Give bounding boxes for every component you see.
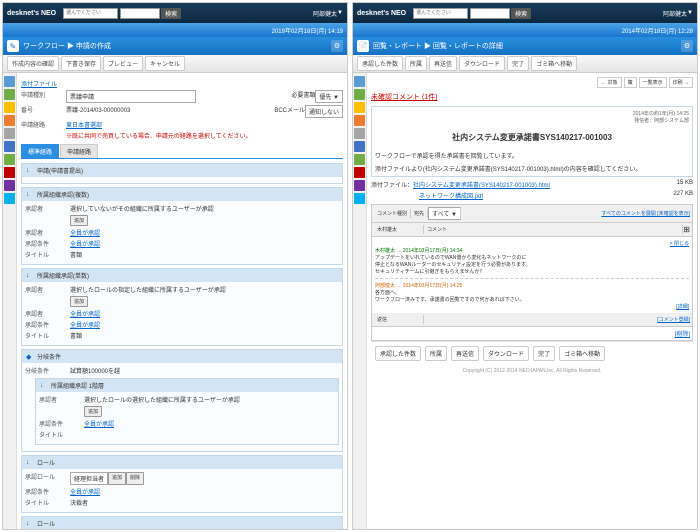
down-icon: ↓ [26, 520, 34, 528]
side-icon[interactable] [4, 128, 15, 139]
datetime: 2019年02月18日(月) 14:19 [272, 26, 343, 35]
section-branch: ◆分岐条件 分岐条件試算額100000を越 ↓所属組織承認 1階層 承認者選択し… [21, 349, 343, 452]
attach-link2[interactable]: ネットワーク構成図.pdf [419, 191, 483, 200]
doc-title: 社内システム変更承諾書SYS140217-001003 [375, 132, 689, 143]
tabs: 標準経路 申請経路 [21, 144, 343, 159]
brand: desknet's NEO [7, 10, 56, 17]
down-icon: ↓ [26, 459, 34, 467]
bcc-select[interactable]: 通知しない [305, 105, 343, 118]
side-icon[interactable] [4, 115, 15, 126]
side-icon[interactable] [4, 193, 15, 204]
topbar: desknet's NEO 検索 阿部健太 ▼ [3, 3, 347, 23]
toolbar: 作成内容の確認 下書き保存 プレビュー キャンセル [3, 55, 347, 73]
comment-box: コメント種別 宛先 すべて ▼ すべてのコメントを展開 [未確認を表示] 木村雄… [371, 204, 693, 341]
report-icon: 📄 [357, 40, 369, 52]
side-icon[interactable] [354, 154, 365, 165]
add-btn[interactable]: 追加 [70, 215, 88, 226]
search-input[interactable] [120, 8, 160, 19]
side-icon[interactable] [4, 180, 15, 191]
gear-icon-r[interactable]: ⚙ [681, 40, 693, 52]
side-icon[interactable] [354, 89, 365, 100]
topbar-r: desknet's NEO 検索 阿部健太 ▼ [353, 3, 697, 23]
sidebar [3, 73, 17, 529]
down-icon: ↓ [26, 272, 34, 280]
section-2: ↓所属組織承認(複数) 承認者選択していないがその組織に所属するユーザーが承認 … [21, 187, 343, 265]
side-icon[interactable] [354, 115, 365, 126]
search-input-r[interactable] [470, 8, 510, 19]
tab-std[interactable]: 標準経路 [21, 144, 59, 158]
side-icon[interactable] [4, 89, 15, 100]
side-icon[interactable] [354, 180, 365, 191]
down-icon: ↓ [26, 167, 34, 175]
user-label[interactable]: 阿部健太 [313, 9, 337, 18]
side-icon[interactable] [4, 102, 15, 113]
type-input[interactable]: 票議申請 [66, 90, 196, 103]
side-icon[interactable] [354, 193, 365, 204]
side-icon[interactable] [4, 141, 15, 152]
titlebar: ✎ ワークフロー ▶ 申請の作成 ⚙ [3, 37, 347, 55]
tb-draft[interactable]: 下書き保存 [61, 56, 101, 71]
workflow-icon: ✎ [7, 40, 19, 52]
unread-count[interactable]: 未確認コメント (1件) [371, 92, 693, 102]
side-icon[interactable] [354, 76, 365, 87]
search-select-r[interactable] [413, 8, 468, 19]
side-icon[interactable] [4, 167, 15, 178]
cmt-filter[interactable]: すべて ▼ [428, 207, 461, 220]
search-button[interactable]: 検索 [161, 8, 181, 19]
add-btn[interactable]: 追加 [84, 406, 102, 417]
tb-preview[interactable]: プレビュー [103, 56, 143, 71]
side-icon[interactable] [354, 128, 365, 139]
tb-confirm[interactable]: 作成内容の確認 [7, 56, 59, 71]
section-1: ↓申請(申請書提出) [21, 163, 343, 184]
close-btn[interactable]: × 閉じる [670, 241, 689, 247]
gear-icon[interactable]: ⚙ [331, 40, 343, 52]
left-pane: desknet's NEO 検索 阿部健太 ▼ 2019年02月18日(月) 1… [2, 2, 348, 530]
right-pane: desknet's NEO 検索 阿部健太 ▼ 2014年02月18日(月) 1… [352, 2, 698, 530]
bluebar: 2019年02月18日(月) 14:19 [3, 23, 347, 37]
section-role1: ↓ロール 承認ロール経理担当者 追加 削除 承認条件全員が承認 タイトル決裁者 [21, 455, 343, 513]
search-select[interactable] [63, 8, 118, 19]
content-r[interactable]: ← 対象 策 一覧表示 印刷 → 未確認コメント (1件) 2014年の約1年(… [367, 73, 697, 529]
side-icon[interactable] [354, 167, 365, 178]
side-icon[interactable] [4, 76, 15, 87]
dest-link[interactable]: 東日本書選部 [66, 120, 102, 129]
search-button-r[interactable]: 検索 [511, 8, 531, 19]
attach-link[interactable]: 社内システム変更承諾書(SYS140217-001003).html [413, 180, 550, 189]
add-btn[interactable]: 追加 [70, 296, 88, 307]
side-icon[interactable] [4, 154, 15, 165]
section-3: ↓所属組織承認(単数) 承認者選択したロールの指定した組織に所属するユーザーが承… [21, 268, 343, 346]
side-icon[interactable] [354, 141, 365, 152]
tab-req[interactable]: 申請経路 [60, 144, 98, 158]
priority-select[interactable]: 優先 ▼ [315, 90, 343, 103]
side-icon[interactable] [354, 102, 365, 113]
tb-cancel[interactable]: キャンセル [145, 56, 185, 71]
page-title: ワークフロー ▶ 申請の作成 [23, 41, 111, 51]
down-icon: ↓ [26, 191, 34, 199]
down-icon: ↓ [40, 382, 48, 390]
page-title-r: 回覧・レポート ▶ 回覧・レポートの詳細 [373, 41, 503, 51]
section-role2: ↓ロール 承認ロール経理担当者 追加 削除 総務部 削除済除 承認条件全員が承認… [21, 516, 343, 529]
content[interactable]: 添付ファイル 申請種別票議申請必要書類 優先 ▼ 番号票議-2014/03-00… [17, 73, 347, 529]
branch-icon: ◆ [26, 353, 34, 361]
attach-header[interactable]: 添付ファイル [21, 79, 343, 88]
